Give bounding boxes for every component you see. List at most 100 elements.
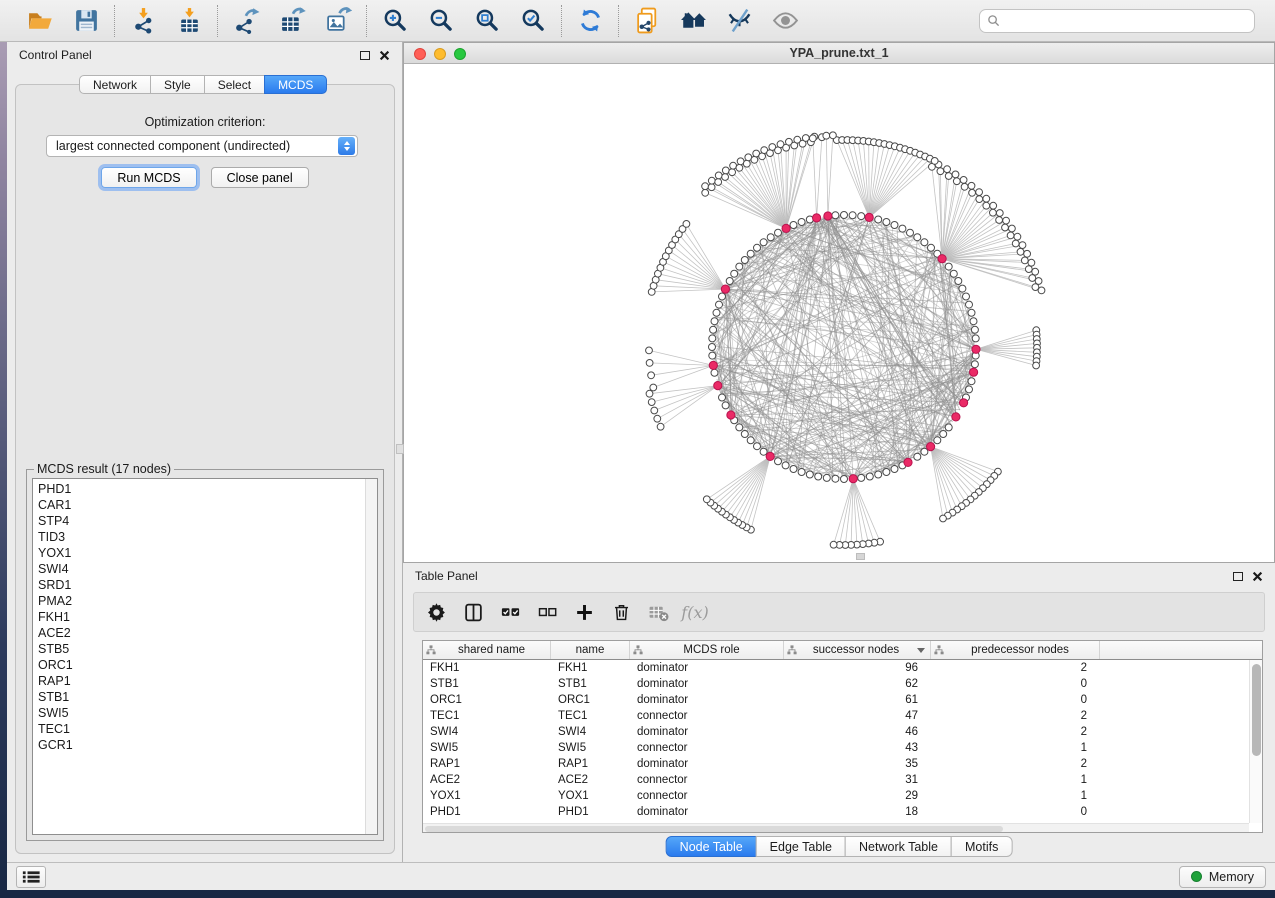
- network-node[interactable]: [709, 352, 716, 359]
- network-node[interactable]: [1019, 242, 1026, 249]
- column-header-shared-name[interactable]: shared name: [423, 641, 551, 659]
- network-node[interactable]: [798, 219, 805, 226]
- network-hub-node[interactable]: [813, 214, 821, 222]
- network-node[interactable]: [760, 448, 767, 455]
- vertical-scrollbar-thumb[interactable]: [1252, 664, 1261, 756]
- network-node[interactable]: [702, 183, 709, 190]
- show-panels-button[interactable]: [16, 866, 46, 888]
- network-node[interactable]: [928, 244, 935, 251]
- network-node[interactable]: [832, 475, 839, 482]
- network-node[interactable]: [657, 423, 664, 430]
- network-node[interactable]: [914, 453, 921, 460]
- network-node[interactable]: [798, 469, 805, 476]
- mcds-result-item[interactable]: RAP1: [38, 673, 377, 689]
- network-node[interactable]: [711, 369, 718, 376]
- network-node[interactable]: [703, 496, 710, 503]
- network-hub-node[interactable]: [849, 475, 857, 483]
- network-node[interactable]: [790, 222, 797, 229]
- network-node[interactable]: [708, 184, 715, 191]
- network-node[interactable]: [1007, 232, 1014, 239]
- network-hub-node[interactable]: [709, 361, 717, 369]
- network-node[interactable]: [841, 212, 848, 219]
- network-node[interactable]: [899, 225, 906, 232]
- control-panel-float-button[interactable]: [360, 51, 370, 60]
- mcds-result-item[interactable]: TEC1: [38, 721, 377, 737]
- tab-motifs[interactable]: Motifs: [951, 836, 1012, 857]
- network-node[interactable]: [830, 132, 837, 139]
- tab-network[interactable]: Network: [79, 75, 151, 94]
- open-file-button[interactable]: [25, 6, 55, 36]
- network-node[interactable]: [1021, 257, 1028, 264]
- network-node[interactable]: [976, 196, 983, 203]
- search-input[interactable]: [1005, 14, 1247, 28]
- network-node[interactable]: [983, 202, 990, 209]
- network-node[interactable]: [767, 234, 774, 241]
- network-node[interactable]: [832, 212, 839, 219]
- mcds-result-item[interactable]: PMA2: [38, 593, 377, 609]
- network-node[interactable]: [650, 384, 657, 391]
- network-node[interactable]: [646, 360, 653, 367]
- mcds-result-item[interactable]: ACE2: [38, 625, 377, 641]
- network-node[interactable]: [1017, 248, 1024, 255]
- show-columns-button[interactable]: [461, 600, 485, 624]
- network-node[interactable]: [654, 415, 661, 422]
- network-node[interactable]: [830, 541, 837, 548]
- network-node[interactable]: [815, 473, 822, 480]
- network-node[interactable]: [775, 458, 782, 465]
- window-close-button[interactable]: [414, 48, 426, 60]
- network-node[interactable]: [976, 189, 983, 196]
- network-node[interactable]: [708, 177, 715, 184]
- network-node[interactable]: [866, 473, 873, 480]
- table-row[interactable]: SWI4SWI4dominator462: [423, 724, 1262, 740]
- table-row[interactable]: ORC1ORC1dominator610: [423, 692, 1262, 708]
- network-node[interactable]: [651, 407, 658, 414]
- network-node[interactable]: [747, 250, 754, 257]
- delete-columns-button[interactable]: [609, 600, 633, 624]
- network-node[interactable]: [730, 162, 737, 169]
- export-network-button[interactable]: [231, 6, 261, 36]
- table-row[interactable]: STB1STB1dominator620: [423, 676, 1262, 692]
- network-node[interactable]: [782, 462, 789, 469]
- network-node[interactable]: [736, 263, 743, 270]
- network-node[interactable]: [741, 431, 748, 438]
- network-node[interactable]: [968, 378, 975, 385]
- network-node[interactable]: [710, 326, 717, 333]
- mcds-list-scrollbar[interactable]: [365, 479, 377, 834]
- network-node[interactable]: [952, 171, 959, 178]
- network-node[interactable]: [953, 178, 960, 185]
- network-hub-node[interactable]: [938, 255, 946, 263]
- network-node[interactable]: [722, 174, 729, 181]
- table-row[interactable]: RAP1RAP1dominator352: [423, 756, 1262, 772]
- zoom-selected-button[interactable]: [518, 6, 548, 36]
- table-panel-float-button[interactable]: [1233, 572, 1243, 581]
- vertical-splitter-handle[interactable]: [396, 444, 404, 454]
- network-node[interactable]: [1003, 217, 1010, 224]
- network-node[interactable]: [971, 326, 978, 333]
- network-node[interactable]: [968, 182, 975, 189]
- network-node[interactable]: [921, 239, 928, 246]
- network-node[interactable]: [754, 244, 761, 251]
- zoom-fit-button[interactable]: [472, 6, 502, 36]
- tab-style[interactable]: Style: [150, 75, 205, 94]
- network-node[interactable]: [858, 474, 865, 481]
- delete-table-button[interactable]: [646, 600, 670, 624]
- network-node[interactable]: [648, 372, 655, 379]
- network-node[interactable]: [823, 132, 830, 139]
- network-node[interactable]: [747, 437, 754, 444]
- table-row[interactable]: SWI5SWI5connector431: [423, 740, 1262, 756]
- mcds-result-item[interactable]: YOX1: [38, 545, 377, 561]
- network-hub-node[interactable]: [972, 345, 980, 353]
- network-node[interactable]: [809, 135, 816, 142]
- network-node[interactable]: [950, 270, 957, 277]
- network-node[interactable]: [937, 168, 944, 175]
- network-node[interactable]: [1009, 225, 1016, 232]
- window-minimize-button[interactable]: [434, 48, 446, 60]
- function-builder-button[interactable]: f(x): [683, 600, 707, 624]
- network-node[interactable]: [711, 318, 718, 325]
- mcds-result-item[interactable]: TID3: [38, 529, 377, 545]
- mcds-result-item[interactable]: STB5: [38, 641, 377, 657]
- table-panel-close-icon[interactable]: [1252, 571, 1263, 582]
- network-hub-node[interactable]: [782, 224, 790, 232]
- network-node[interactable]: [1024, 250, 1031, 257]
- network-node[interactable]: [760, 239, 767, 246]
